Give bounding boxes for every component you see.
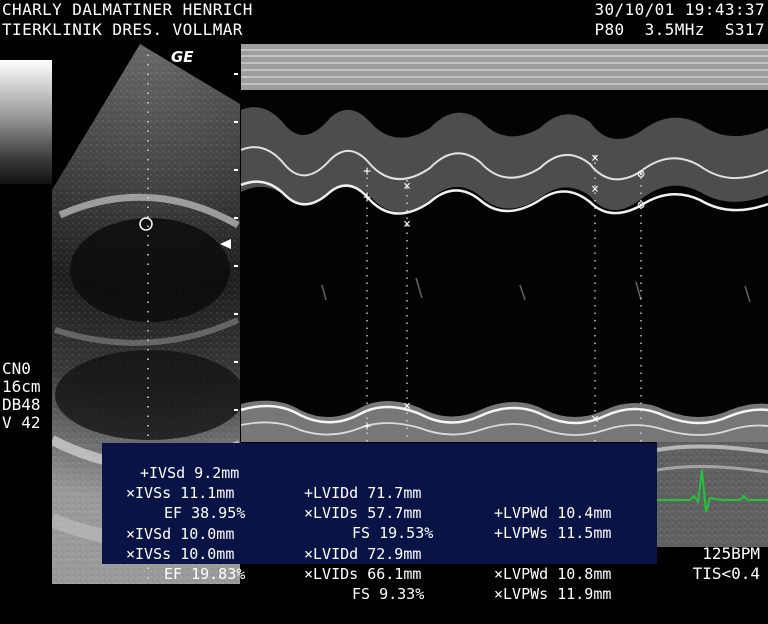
- measurement-row: ×IVSs 11.1mm ×LVIDs 57.7mm +LVPWs 11.5mm: [102, 463, 611, 542]
- caliper-x-icon: ×: [591, 182, 599, 197]
- measurement-row: EF 38.95% FS 19.53%: [102, 483, 433, 542]
- caliper-plus-icon: +: [363, 164, 371, 179]
- measurement-cell: FS 9.33%: [352, 585, 425, 603]
- ecg-trace: [656, 442, 768, 547]
- measurement-cell: +IVSd 9.2mm: [140, 464, 240, 482]
- heart-rate: 125BPM: [702, 544, 760, 563]
- measurement-cell: +LVPWd 10.4mm: [494, 504, 612, 522]
- caliper-plus-icon: +: [363, 190, 371, 205]
- measurement-cell: ×LVPWd 10.8mm: [494, 565, 612, 583]
- measurement-cell: ×LVIDs 66.1mm: [304, 565, 422, 583]
- measurement-cell: +LVPWs 11.5mm: [494, 524, 612, 542]
- imaging-parameters: CN0 16cm DB48 V 42: [2, 360, 41, 432]
- param-line: CN0: [2, 359, 31, 378]
- measurement-cell: FS 19.53%: [352, 524, 434, 542]
- measurement-row: ×IVSs 10.0mm ×LVIDs 66.1mm ×LVPWs 11.9mm: [102, 524, 611, 603]
- param-line: V 42: [2, 413, 41, 432]
- ge-logo: GE: [171, 48, 194, 66]
- measurement-cell: ×IVSs 11.1mm: [126, 484, 235, 502]
- param-line: DB48: [2, 395, 41, 414]
- thermal-index: TIS<0.4: [692, 564, 760, 583]
- measurement-cell: ×LVPWs 11.9mm: [494, 585, 612, 603]
- measurement-cell: +LVIDd 71.7mm: [304, 484, 422, 502]
- measurement-row: ×IVSd 10.0mm ×LVIDd 72.9mm ×LVPWd 10.8mm: [102, 504, 611, 583]
- measurement-cell: ×IVSs 10.0mm: [126, 545, 235, 563]
- measurement-row: +IVSd 9.2mm +LVIDd 71.7mm +LVPWd 10.4mm: [102, 443, 611, 522]
- caliper-x-icon: ×: [591, 151, 599, 166]
- caliper-x-icon: ×: [403, 399, 411, 414]
- measurement-cell: ×LVIDd 72.9mm: [304, 545, 422, 563]
- measurement-cell: ×IVSd 10.0mm: [126, 525, 235, 543]
- caliper-plus-icon: +: [363, 419, 371, 434]
- param-line: 16cm: [2, 377, 41, 396]
- measurement-panel: +IVSd 9.2mm +LVIDd 71.7mm +LVPWd 10.4mm …: [102, 443, 657, 603]
- measurement-cell: ×LVIDs 57.7mm: [304, 504, 422, 522]
- caliper-x-icon: ⊗: [637, 198, 645, 213]
- mmode-trace: + + × × × × ⊗ ⊗ × + ×: [234, 42, 768, 442]
- measurement-cell: EF 38.95%: [164, 504, 246, 522]
- caliper-x-icon: ×: [403, 179, 411, 194]
- caliper-x-icon: ⊗: [637, 167, 645, 182]
- measurement-cell: EF 19.83%: [164, 565, 246, 583]
- measurement-row: EF 19.83% FS 9.33%: [102, 544, 424, 603]
- caliper-x-icon: ×: [403, 217, 411, 232]
- caliper-x-icon: ×: [591, 412, 599, 427]
